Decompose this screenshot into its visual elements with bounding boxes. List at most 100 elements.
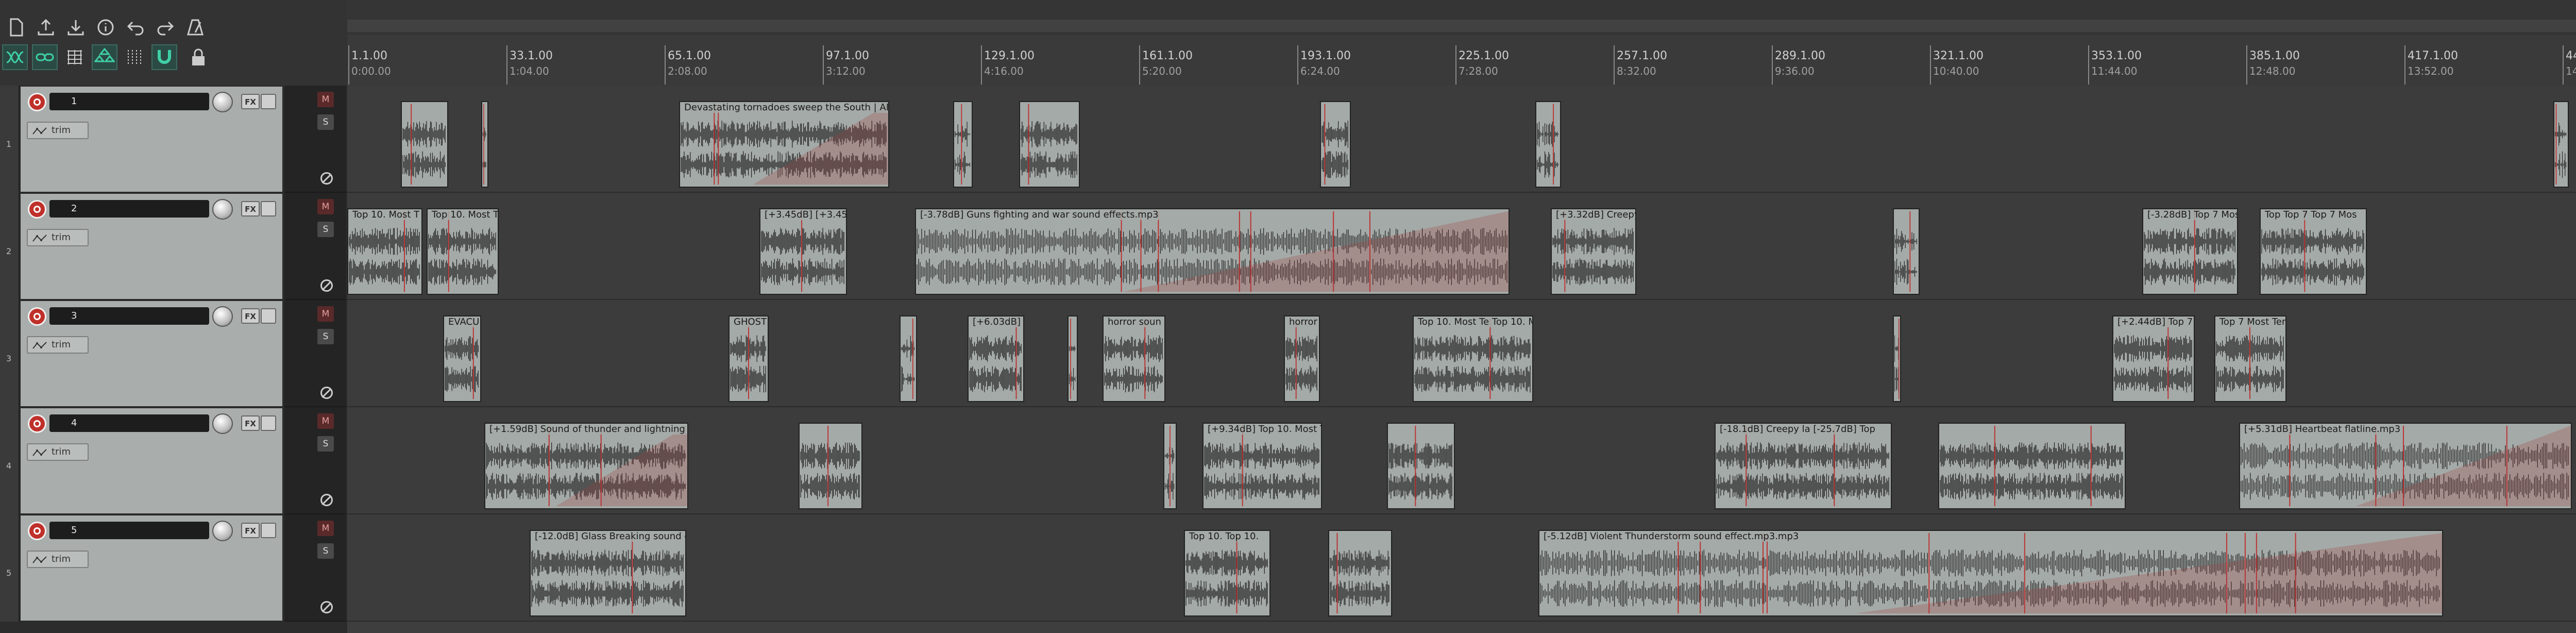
track-panel-2[interactable]: 2 FX trim — [20, 193, 283, 300]
phase-invert-icon[interactable] — [320, 601, 333, 613]
track-panel-4[interactable]: 4 FX trim — [20, 407, 283, 514]
timeline-ruler[interactable]: 1.1.00 0:00.00 33.1.00 1:04.00 65.1.00 2:08.0… — [347, 35, 2576, 87]
item-grouping-icon[interactable] — [92, 44, 117, 70]
solo-button[interactable]: S — [317, 222, 334, 237]
media-item[interactable] — [401, 101, 448, 188]
media-item[interactable]: EVACU — [443, 315, 481, 402]
track-name-field[interactable]: 1 — [49, 93, 209, 110]
media-item[interactable]: Top 10. Most T — [347, 208, 422, 295]
media-item[interactable] — [1893, 208, 1920, 295]
mute-button[interactable]: M — [317, 92, 334, 107]
routing-button[interactable] — [261, 201, 276, 216]
media-item[interactable]: Top Top 7 Top 7 Mos — [2260, 208, 2367, 295]
fx-button[interactable]: FX — [241, 94, 260, 109]
media-item[interactable]: [-18.1dB] Creepy la [-25.7dB] Top — [1715, 423, 1892, 509]
track-lane-3[interactable]: EVACU GHOST [+6.03dB] hi horror soun horror T… — [347, 300, 2576, 407]
arrange-view[interactable]: Devastating tornadoes sweep the South | … — [347, 86, 2576, 633]
volume-knob[interactable] — [212, 521, 233, 541]
media-item[interactable]: [-5.12dB] Violent Thunderstorm sound eff… — [1538, 530, 2443, 617]
mute-button[interactable]: M — [317, 521, 334, 536]
fx-button[interactable]: FX — [241, 201, 260, 216]
media-item[interactable] — [1067, 315, 1078, 402]
media-item[interactable]: Top 7 Most Ter — [2214, 315, 2286, 402]
media-item[interactable]: Top 10. Most Te Top 10. M — [1413, 315, 1533, 402]
media-item[interactable] — [1387, 423, 1455, 509]
track-name-field[interactable]: 4 — [49, 414, 209, 432]
auto-crossfade-icon[interactable] — [32, 44, 58, 70]
media-item[interactable] — [900, 315, 917, 402]
project-settings-icon[interactable] — [93, 14, 118, 40]
record-arm-button[interactable] — [28, 200, 46, 219]
media-item[interactable]: [+3.32dB] Creepy — [1551, 208, 1636, 295]
media-item[interactable]: [-12.0dB] Glass Breaking sound e — [530, 530, 686, 617]
record-arm-button[interactable] — [28, 414, 46, 433]
automation-trim-button[interactable]: trim — [27, 229, 89, 246]
media-item[interactable]: Top 10. Top 10. — [1184, 530, 1270, 617]
automation-trim-button[interactable]: trim — [27, 551, 89, 568]
snap-icon[interactable] — [122, 44, 147, 70]
track-panel-5[interactable]: 5 FX trim — [20, 514, 283, 622]
solo-button[interactable]: S — [317, 436, 334, 452]
media-item[interactable]: Top 10. Most T — [427, 208, 499, 295]
media-item[interactable] — [2553, 101, 2569, 188]
media-item[interactable]: [+1.59dB] Sound of thunder and lightning… — [484, 423, 688, 509]
phase-invert-icon[interactable] — [320, 172, 333, 185]
mute-button[interactable]: M — [317, 199, 334, 214]
track-panel-3[interactable]: 3 FX trim — [20, 300, 283, 407]
fx-button[interactable]: FX — [241, 308, 260, 324]
media-item[interactable] — [1328, 530, 1392, 617]
media-item[interactable] — [1019, 101, 1080, 188]
media-item[interactable]: Devastating tornadoes sweep the South | … — [679, 101, 889, 188]
new-project-icon[interactable] — [3, 14, 29, 40]
track-name-field[interactable]: 5 — [49, 522, 209, 539]
grid-icon[interactable] — [62, 44, 88, 70]
track-lane-2[interactable]: Top 10. Most T Top 10. Most T [+3.45dB] [+… — [347, 193, 2576, 300]
save-project-icon[interactable] — [63, 14, 89, 40]
media-item[interactable]: [+3.45dB] [+3.45dB — [759, 208, 847, 295]
redo-icon[interactable] — [152, 14, 178, 40]
media-item[interactable]: [+6.03dB] hi — [968, 315, 1024, 402]
horizontal-scrollbar[interactable] — [347, 20, 2576, 32]
media-item[interactable] — [1163, 423, 1177, 509]
media-item[interactable]: [+5.31dB] Heartbeat flatline.mp3 — [2239, 423, 2572, 509]
routing-button[interactable] — [261, 415, 276, 431]
volume-knob[interactable] — [212, 413, 233, 434]
track-name-field[interactable]: 3 — [49, 307, 209, 325]
automation-trim-button[interactable]: trim — [27, 443, 89, 461]
track-lane-5[interactable]: [-12.0dB] Glass Breaking sound e Top 10. … — [347, 514, 2576, 622]
solo-button[interactable]: S — [317, 114, 334, 130]
media-item[interactable] — [1938, 423, 2126, 509]
media-item[interactable]: [-3.78dB] Guns fighting and war sound ef… — [915, 208, 1510, 295]
open-project-icon[interactable] — [33, 14, 59, 40]
volume-knob[interactable] — [212, 92, 233, 112]
routing-button[interactable] — [261, 523, 276, 538]
solo-button[interactable]: S — [317, 329, 334, 344]
media-item[interactable]: horror soun — [1103, 315, 1165, 402]
media-item[interactable] — [481, 101, 488, 188]
record-arm-button[interactable] — [28, 93, 46, 111]
phase-invert-icon[interactable] — [320, 387, 333, 399]
media-item[interactable]: horror — [1284, 315, 1320, 402]
media-item[interactable]: GHOST — [728, 315, 769, 402]
solo-button[interactable]: S — [317, 543, 334, 559]
routing-button[interactable] — [261, 94, 276, 109]
record-arm-button[interactable] — [28, 307, 46, 326]
track-lane-1[interactable]: Devastating tornadoes sweep the South | … — [347, 86, 2576, 193]
lock-icon[interactable] — [185, 44, 211, 70]
track-lane-4[interactable]: [+1.59dB] Sound of thunder and lightning… — [347, 407, 2576, 514]
mute-button[interactable]: M — [317, 413, 334, 429]
media-item[interactable] — [1535, 101, 1561, 188]
mute-button[interactable]: M — [317, 306, 334, 322]
metronome-icon[interactable] — [182, 14, 208, 40]
fx-button[interactable]: FX — [241, 415, 260, 431]
fx-button[interactable]: FX — [241, 523, 260, 538]
routing-button[interactable] — [261, 308, 276, 324]
media-item[interactable]: [-3.28dB] Top 7 Mos — [2142, 208, 2238, 295]
media-item[interactable]: [+9.34dB] Top 10. Most T — [1202, 423, 1322, 509]
media-item[interactable] — [1893, 315, 1901, 402]
volume-knob[interactable] — [212, 199, 233, 220]
phase-invert-icon[interactable] — [320, 279, 333, 292]
media-item[interactable] — [1320, 101, 1351, 188]
magnet-icon[interactable] — [151, 44, 177, 70]
volume-knob[interactable] — [212, 306, 233, 327]
